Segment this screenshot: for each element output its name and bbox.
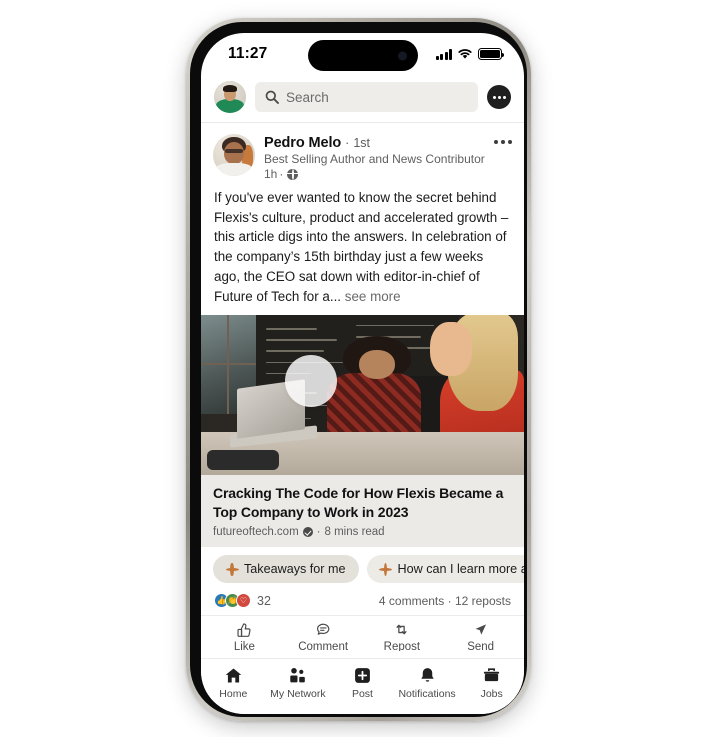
- post-author-meta: Pedro Melo · 1st Best Selling Author and…: [264, 134, 512, 181]
- love-reaction-icon: ♡: [236, 593, 251, 609]
- tab-jobs[interactable]: Jobs: [459, 665, 524, 700]
- search-input[interactable]: Search: [255, 82, 478, 112]
- bottom-tab-bar: Home My Network Post Notifications Jobs: [201, 658, 524, 714]
- tab-label: Jobs: [480, 688, 503, 700]
- reaction-count: 32: [257, 593, 271, 608]
- messaging-icon[interactable]: [487, 85, 511, 109]
- article-separator: ·: [316, 526, 321, 539]
- article-source: futureoftech.com: [213, 526, 299, 539]
- comment-bubble-icon: [315, 621, 332, 638]
- status-bar: 11:27: [201, 33, 524, 77]
- tab-label: Post: [351, 688, 373, 700]
- comment-label: Comment: [298, 641, 349, 651]
- comment-button[interactable]: Comment: [284, 621, 363, 651]
- send-label: Send: [467, 641, 495, 651]
- sparkle-icon: [225, 562, 239, 576]
- search-icon: [265, 90, 279, 104]
- send-button[interactable]: Send: [441, 621, 520, 651]
- feed-post: Pedro Melo · 1st Best Selling Author and…: [201, 123, 524, 651]
- suggestion-chip-learn-more[interactable]: How can I learn more about: [366, 555, 525, 584]
- article-info-panel[interactable]: Cracking The Code for How Flexis Became …: [201, 475, 524, 548]
- tab-post[interactable]: Post: [330, 665, 395, 700]
- post-more-options-icon[interactable]: [494, 140, 512, 144]
- cellular-signal-icon: [435, 49, 452, 60]
- repost-button[interactable]: Repost: [363, 621, 442, 651]
- post-author-avatar[interactable]: [213, 134, 255, 176]
- dynamic-island: [307, 40, 418, 71]
- post-header: Pedro Melo · 1st Best Selling Author and…: [201, 123, 524, 181]
- post-author-name[interactable]: Pedro Melo: [264, 135, 341, 151]
- like-label: Like: [233, 641, 255, 651]
- plus-square-icon: [353, 665, 372, 685]
- connection-degree: 1st: [353, 136, 371, 150]
- suggestion-chip-label: How can I learn more about: [397, 562, 525, 577]
- profile-avatar[interactable]: [214, 81, 246, 113]
- messaging-dots: [492, 95, 506, 99]
- wifi-icon: [458, 49, 472, 59]
- bell-icon: [418, 665, 437, 685]
- send-paper-plane-icon: [472, 621, 489, 638]
- briefcase-icon: [482, 665, 501, 685]
- post-timestamp: 1h: [264, 167, 278, 181]
- tab-notifications[interactable]: Notifications: [395, 665, 460, 700]
- feed-scroll-container[interactable]: Pedro Melo · 1st Best Selling Author and…: [201, 123, 524, 651]
- globe-icon: [287, 168, 299, 180]
- tab-my-network[interactable]: My Network: [266, 665, 331, 700]
- post-action-bar: Like Comment Repost Send: [201, 615, 524, 651]
- tab-label: My Network: [270, 688, 326, 700]
- reactions-group[interactable]: 👍 👏 ♡ 32: [214, 593, 271, 609]
- tab-label: Notifications: [398, 688, 456, 700]
- battery-icon: [478, 48, 505, 60]
- tab-home[interactable]: Home: [201, 665, 266, 700]
- article-read-time: 8 mins read: [324, 526, 385, 539]
- like-button[interactable]: Like: [205, 621, 284, 651]
- home-icon: [224, 665, 243, 685]
- comments-reposts-group[interactable]: 4 comments · 12 reposts: [379, 594, 511, 608]
- tab-label: Home: [219, 688, 248, 700]
- top-navigation-bar: Search: [201, 77, 524, 123]
- article-preview-image[interactable]: [201, 315, 524, 476]
- suggestion-chip-label: Takeaways for me: [244, 562, 346, 577]
- post-social-counts: 👍 👏 ♡ 32 4 comments · 12 reposts: [201, 592, 524, 616]
- post-timestamp-row: 1h ·: [264, 167, 512, 181]
- see-more-link[interactable]: see more: [345, 289, 401, 304]
- counts-separator: ·: [447, 593, 452, 608]
- sparkle-icon: [379, 562, 392, 576]
- post-author-name-line: Pedro Melo · 1st: [264, 135, 512, 151]
- status-bar-icons: [435, 46, 505, 60]
- name-separator: ·: [345, 136, 350, 150]
- phone-screen: 11:27 Search Pedro Melo · 1st Best Selli…: [201, 33, 524, 714]
- thumbs-up-icon: [236, 621, 253, 638]
- phone-bezel: 11:27 Search Pedro Melo · 1st Best Selli…: [190, 22, 527, 717]
- repost-label: Repost: [383, 641, 421, 651]
- ai-suggestion-chip-row[interactable]: Takeaways for me How can I learn more ab…: [201, 547, 525, 593]
- article-title: Cracking The Code for How Flexis Became …: [213, 485, 504, 520]
- status-bar-time: 11:27: [228, 45, 268, 62]
- post-text-content: If you've ever wanted to know the secret…: [214, 190, 509, 304]
- phone-device-frame: 11:27 Search Pedro Melo · 1st Best Selli…: [186, 18, 531, 721]
- comment-count: 4 comments: [378, 593, 445, 608]
- search-placeholder-text: Search: [286, 89, 329, 105]
- post-author-headline: Best Selling Author and News Contributor: [264, 152, 485, 166]
- repost-arrows-icon: [393, 621, 410, 638]
- suggestion-chip-takeaways[interactable]: Takeaways for me: [213, 555, 359, 584]
- repost-count: 12 reposts: [454, 593, 511, 608]
- article-subtitle-row: futureoftech.com · 8 mins read: [213, 526, 512, 538]
- post-body-text: If you've ever wanted to know the secret…: [201, 181, 524, 306]
- front-camera-icon: [397, 51, 407, 60]
- reaction-icons: 👍 👏 ♡: [214, 593, 251, 609]
- verified-icon: [302, 527, 313, 538]
- timestamp-separator: ·: [279, 167, 284, 181]
- network-people-icon: [288, 665, 307, 685]
